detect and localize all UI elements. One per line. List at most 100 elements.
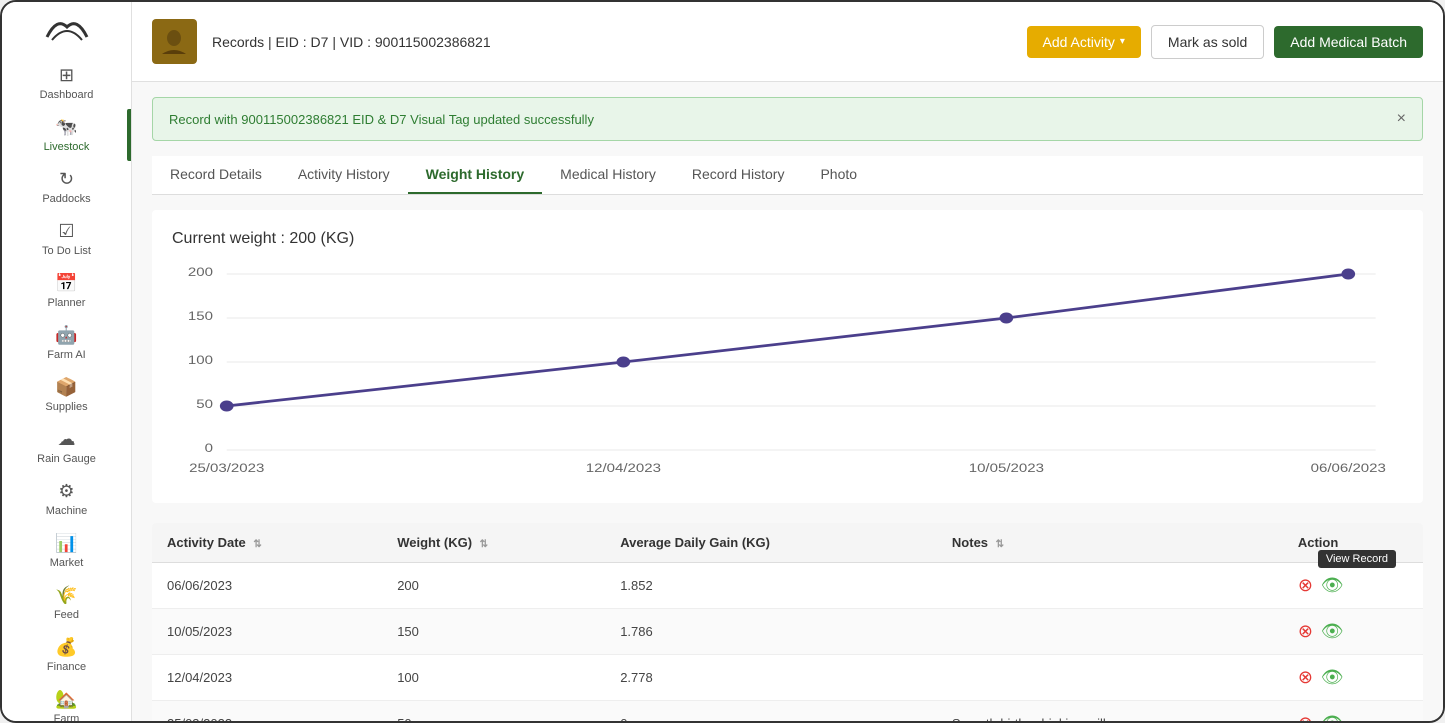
- sort-icon[interactable]: ⇅: [253, 539, 261, 550]
- market-icon: 📊: [55, 533, 77, 554]
- page-content: Record with 900115002386821 EID & D7 Vis…: [132, 82, 1443, 721]
- tab-record-history[interactable]: Record History: [674, 156, 803, 194]
- svg-text:06/06/2023: 06/06/2023: [1311, 461, 1386, 474]
- delete-button[interactable]: ⊗: [1298, 713, 1313, 721]
- action-cell: ⊗ 👁: [1298, 667, 1408, 688]
- sidebar-item-label: Finance: [47, 661, 86, 673]
- sidebar-item-paddocks[interactable]: ↻ Paddocks: [2, 161, 131, 213]
- sidebar-item-feed[interactable]: 🌾 Feed: [2, 577, 131, 629]
- sidebar-item-raingauge[interactable]: ☁ Rain Gauge: [2, 421, 131, 473]
- sidebar-item-machine[interactable]: ⚙ Machine: [2, 473, 131, 525]
- tab-activity-history[interactable]: Activity History: [280, 156, 408, 194]
- sidebar-item-farmai[interactable]: 🤖 Farm AI: [2, 317, 131, 369]
- cell-adg: 1.786: [605, 609, 937, 655]
- todolist-icon: ☑: [58, 221, 74, 242]
- banner-message: Record with 900115002386821 EID & D7 Vis…: [169, 112, 594, 127]
- sidebar-item-todolist[interactable]: ☑ To Do List: [2, 213, 131, 265]
- col-adg: Average Daily Gain (KG): [605, 523, 937, 563]
- sidebar-item-farm[interactable]: 🏡 Farm: [2, 681, 131, 723]
- paddocks-icon: ↻: [59, 169, 74, 190]
- avatar: [152, 19, 197, 64]
- sidebar-item-label: Market: [50, 557, 84, 569]
- tab-photo[interactable]: Photo: [802, 156, 875, 194]
- sidebar-item-label: Paddocks: [42, 193, 90, 205]
- finance-icon: 💰: [55, 637, 77, 658]
- sidebar-item-label: Farm AI: [47, 349, 86, 361]
- tab-weight-history[interactable]: Weight History: [408, 156, 543, 194]
- cell-action: ⊗ 👁: [1283, 609, 1423, 655]
- cell-action: ⊗ 👁 View Record: [1283, 563, 1423, 609]
- sidebar-item-livestock[interactable]: 🐄 Livestock: [2, 109, 131, 161]
- cell-adg: 0: [605, 701, 937, 722]
- weight-table: Activity Date ⇅ Weight (KG) ⇅ Average Da…: [152, 523, 1423, 721]
- sidebar-item-label: Farm: [54, 713, 80, 723]
- col-activity-date: Activity Date ⇅: [152, 523, 382, 563]
- sidebar-item-finance[interactable]: 💰 Finance: [2, 629, 131, 681]
- svg-text:0: 0: [205, 442, 214, 455]
- sidebar: ⊞ Dashboard 🐄 Livestock ↻ Paddocks ☑ To …: [2, 2, 132, 721]
- svg-text:200: 200: [188, 266, 214, 279]
- sidebar-item-dashboard[interactable]: ⊞ Dashboard: [2, 57, 131, 109]
- raingauge-icon: ☁: [58, 429, 76, 450]
- view-record-button[interactable]: 👁: [1321, 575, 1344, 596]
- feed-icon: 🌾: [55, 585, 77, 606]
- cell-adg: 1.852: [605, 563, 937, 609]
- cell-date: 10/05/2023: [152, 609, 382, 655]
- svg-text:25/03/2023: 25/03/2023: [189, 461, 264, 474]
- cell-notes: [937, 655, 1283, 701]
- col-weight: Weight (KG) ⇅: [382, 523, 605, 563]
- farm-icon: 🏡: [55, 689, 77, 710]
- svg-text:12/04/2023: 12/04/2023: [586, 461, 661, 474]
- delete-button[interactable]: ⊗: [1298, 667, 1313, 688]
- cell-notes: [937, 563, 1283, 609]
- cell-action: ⊗ 👁: [1283, 655, 1423, 701]
- cell-adg: 2.778: [605, 655, 937, 701]
- sidebar-item-label: Livestock: [44, 141, 90, 153]
- table-row: 10/05/2023 150 1.786 ⊗ 👁: [152, 609, 1423, 655]
- header: Records | EID : D7 | VID : 9001150023868…: [132, 2, 1443, 82]
- sidebar-item-supplies[interactable]: 📦 Supplies: [2, 369, 131, 421]
- cell-action: ⊗ 👁: [1283, 701, 1423, 722]
- sidebar-item-label: Machine: [46, 505, 88, 517]
- sort-icon[interactable]: ⇅: [480, 539, 488, 550]
- delete-button[interactable]: ⊗: [1298, 621, 1313, 642]
- add-activity-button[interactable]: Add Activity ▾: [1027, 26, 1141, 58]
- table-header-row: Activity Date ⇅ Weight (KG) ⇅ Average Da…: [152, 523, 1423, 563]
- chart-section: Current weight : 200 (KG) 200 150 100 50…: [152, 210, 1423, 503]
- cell-date: 06/06/2023: [152, 563, 382, 609]
- view-record-button[interactable]: 👁: [1321, 621, 1344, 642]
- cell-weight: 200: [382, 563, 605, 609]
- col-notes: Notes ⇅: [937, 523, 1283, 563]
- view-tooltip: View Record: [1318, 550, 1396, 568]
- tab-record-details[interactable]: Record Details: [152, 156, 280, 194]
- data-table: Activity Date ⇅ Weight (KG) ⇅ Average Da…: [152, 523, 1423, 721]
- cell-notes: [937, 609, 1283, 655]
- weight-chart: 200 150 100 50 0: [172, 263, 1403, 483]
- tab-medical-history[interactable]: Medical History: [542, 156, 674, 194]
- sort-icon[interactable]: ⇅: [996, 539, 1004, 550]
- livestock-icon: 🐄: [55, 117, 77, 138]
- delete-button[interactable]: ⊗: [1298, 575, 1313, 596]
- breadcrumb-text: Records | EID : D7 | VID : 9001150023868…: [212, 34, 491, 50]
- success-banner: Record with 900115002386821 EID & D7 Vis…: [152, 97, 1423, 141]
- sidebar-item-label: Rain Gauge: [37, 453, 96, 465]
- close-banner-button[interactable]: ×: [1397, 110, 1406, 128]
- svg-text:100: 100: [188, 354, 214, 367]
- view-record-button[interactable]: 👁: [1321, 667, 1344, 688]
- chart-title: Current weight : 200 (KG): [172, 230, 1403, 248]
- add-medical-batch-button[interactable]: Add Medical Batch: [1274, 26, 1423, 58]
- tab-bar: Record Details Activity History Weight H…: [152, 156, 1423, 195]
- sidebar-item-market[interactable]: 📊 Market: [2, 525, 131, 577]
- action-cell: ⊗ 👁: [1298, 713, 1408, 721]
- svg-text:150: 150: [188, 310, 214, 323]
- view-record-button[interactable]: 👁: [1321, 713, 1344, 721]
- mark-as-sold-button[interactable]: Mark as sold: [1151, 25, 1264, 59]
- chart-container: 200 150 100 50 0: [172, 263, 1403, 483]
- sidebar-item-label: Feed: [54, 609, 79, 621]
- table-row: 06/06/2023 200 1.852 ⊗ 👁 View Record: [152, 563, 1423, 609]
- sidebar-item-planner[interactable]: 📅 Planner: [2, 265, 131, 317]
- planner-icon: 📅: [55, 273, 77, 294]
- machine-icon: ⚙: [58, 481, 74, 502]
- farmai-icon: 🤖: [55, 325, 77, 346]
- sidebar-item-label: Planner: [48, 297, 86, 309]
